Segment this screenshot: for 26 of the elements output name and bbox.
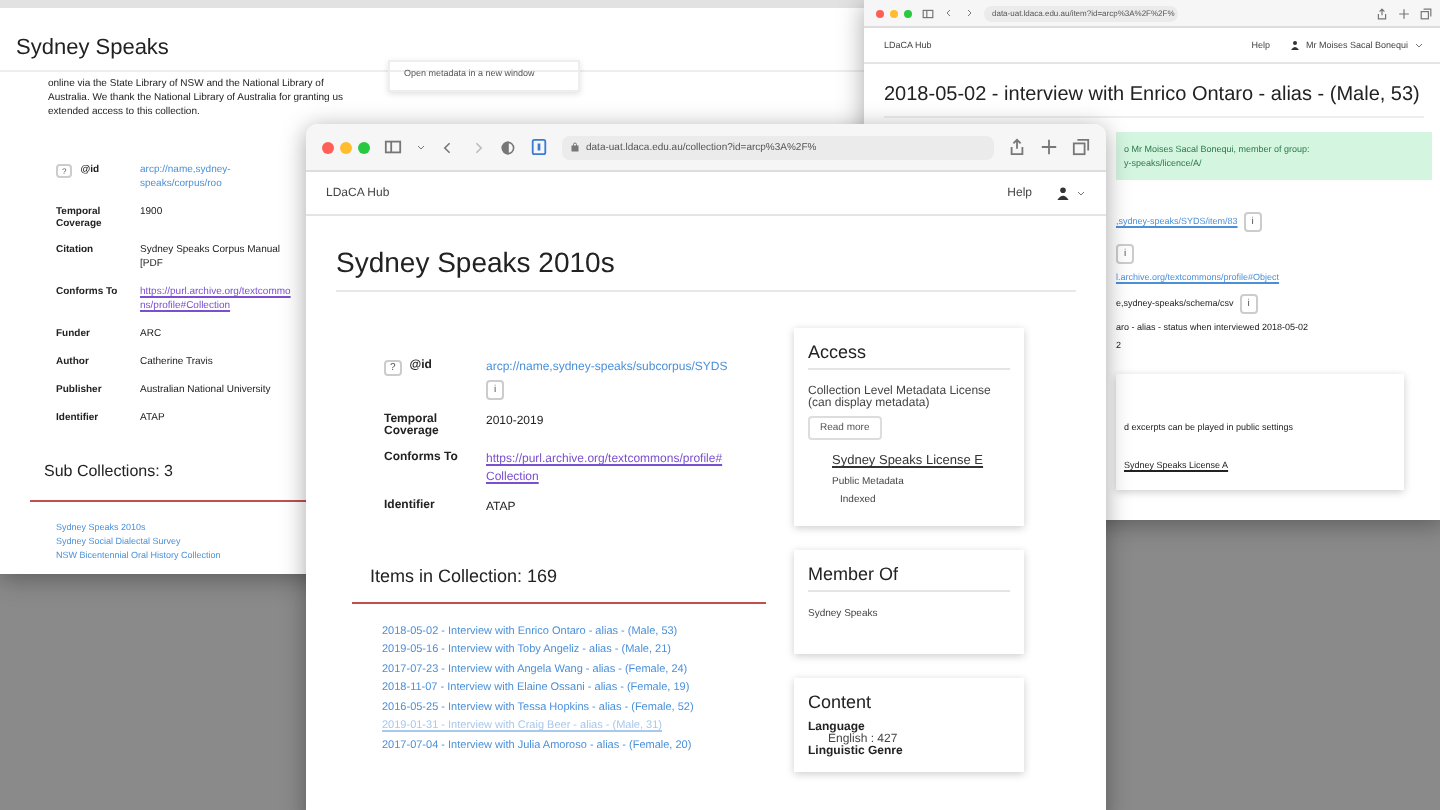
card-heading: Member Of [808, 564, 1010, 592]
section-heading: Sub Collections: 3 [44, 462, 173, 484]
maximize-dot[interactable] [904, 9, 912, 17]
back-icon[interactable] [440, 139, 456, 155]
user-icon[interactable] [1056, 186, 1070, 200]
page-title: Sydney Speaks 2010s [336, 246, 1076, 292]
section-heading: Items in Collection: 169 [370, 565, 560, 590]
plus-icon[interactable] [1398, 7, 1410, 19]
tabs-icon[interactable] [1072, 138, 1090, 156]
tabs-icon[interactable] [1420, 7, 1432, 19]
plus-icon[interactable] [1040, 138, 1058, 156]
sidebar-icon[interactable] [384, 138, 402, 156]
reader-icon[interactable] [530, 138, 548, 156]
share-icon[interactable] [1376, 7, 1388, 19]
lock-icon [570, 142, 580, 152]
minimize-dot[interactable] [890, 9, 898, 17]
minimize-dot[interactable] [340, 141, 352, 153]
user-icon[interactable] [1289, 40, 1300, 50]
sidebar-icon[interactable] [922, 7, 934, 19]
card-heading: Access [808, 342, 1010, 370]
page-title: 2018-05-02 - interview with Enrico Ontaro - alias - (Male, 53) [884, 84, 1424, 118]
close-dot[interactable] [876, 9, 884, 17]
share-icon[interactable] [1008, 138, 1026, 156]
maximize-dot[interactable] [358, 141, 370, 153]
close-dot[interactable] [322, 141, 334, 153]
card-heading: Content [808, 692, 874, 716]
